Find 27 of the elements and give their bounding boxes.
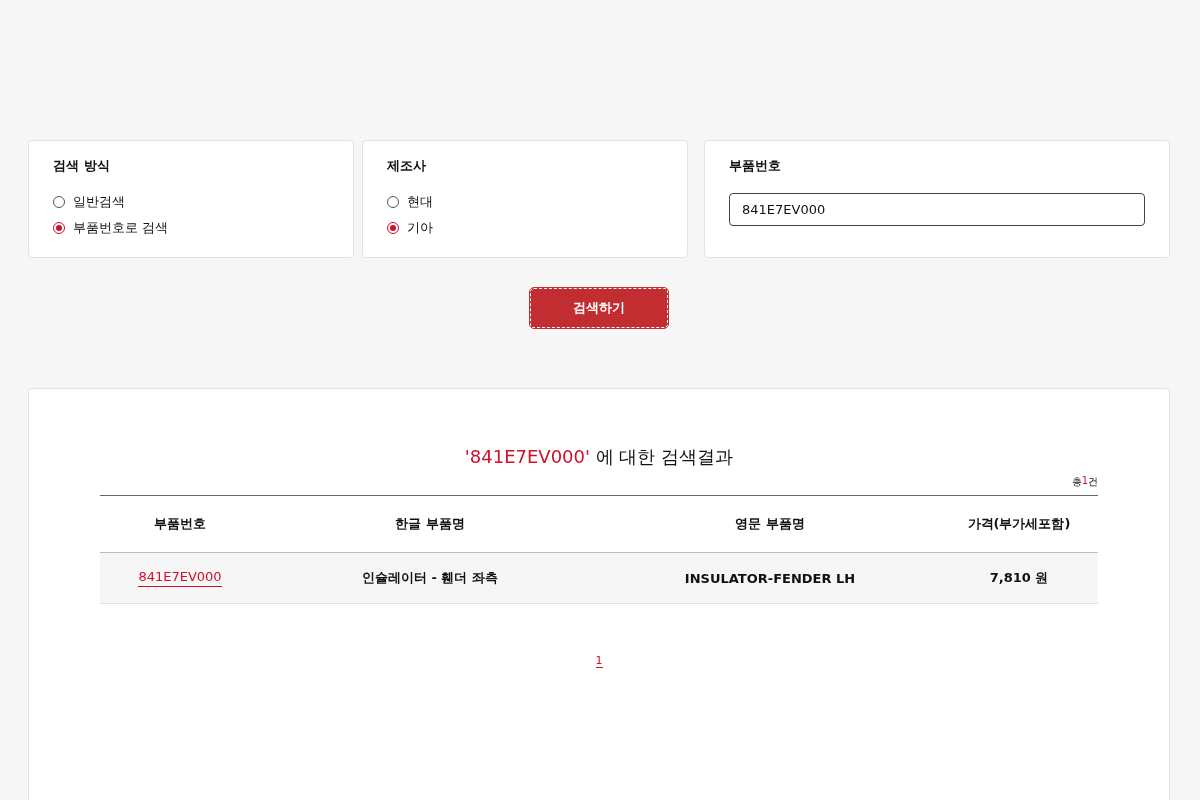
radio-option[interactable]: 부품번호로 검색	[53, 215, 169, 241]
radio-option[interactable]: 현대	[387, 189, 433, 215]
column-header: 가격(부가세포함)	[967, 515, 1071, 533]
count-label: 총	[1071, 475, 1082, 489]
radio-button[interactable]	[387, 222, 399, 234]
card-title: 부품번호	[729, 157, 782, 175]
card-title: 검색 방식	[53, 157, 111, 175]
results-title: 에 대한 검색결과	[595, 446, 734, 467]
search-query: '841E7EV000'	[464, 446, 590, 467]
card-title: 제조사	[387, 157, 427, 175]
table-cell: 인슐레이터 - 휀더 좌측	[362, 569, 498, 587]
input-field[interactable]: 841E7EV000	[729, 193, 1145, 226]
result-count: 1	[1081, 475, 1088, 486]
radio-option[interactable]: 일반검색	[53, 189, 125, 215]
column-header: 영문 부품명	[735, 515, 805, 533]
table-cell: INSULATOR-FENDER LH	[684, 570, 856, 586]
part-number-link[interactable]: 841E7EV000	[138, 569, 222, 587]
radio-button[interactable]	[387, 196, 399, 208]
search-button[interactable]: 검색하기	[530, 288, 668, 328]
radio-button[interactable]	[53, 196, 65, 208]
radio-option[interactable]: 기아	[387, 215, 433, 241]
page-link[interactable]: 1	[595, 654, 603, 668]
column-header: 한글 부품명	[395, 515, 465, 533]
count-unit: 건	[1088, 475, 1098, 489]
column-header: 부품번호	[154, 515, 206, 533]
table-cell: 7,810 원	[989, 569, 1049, 587]
radio-button[interactable]	[53, 222, 65, 234]
